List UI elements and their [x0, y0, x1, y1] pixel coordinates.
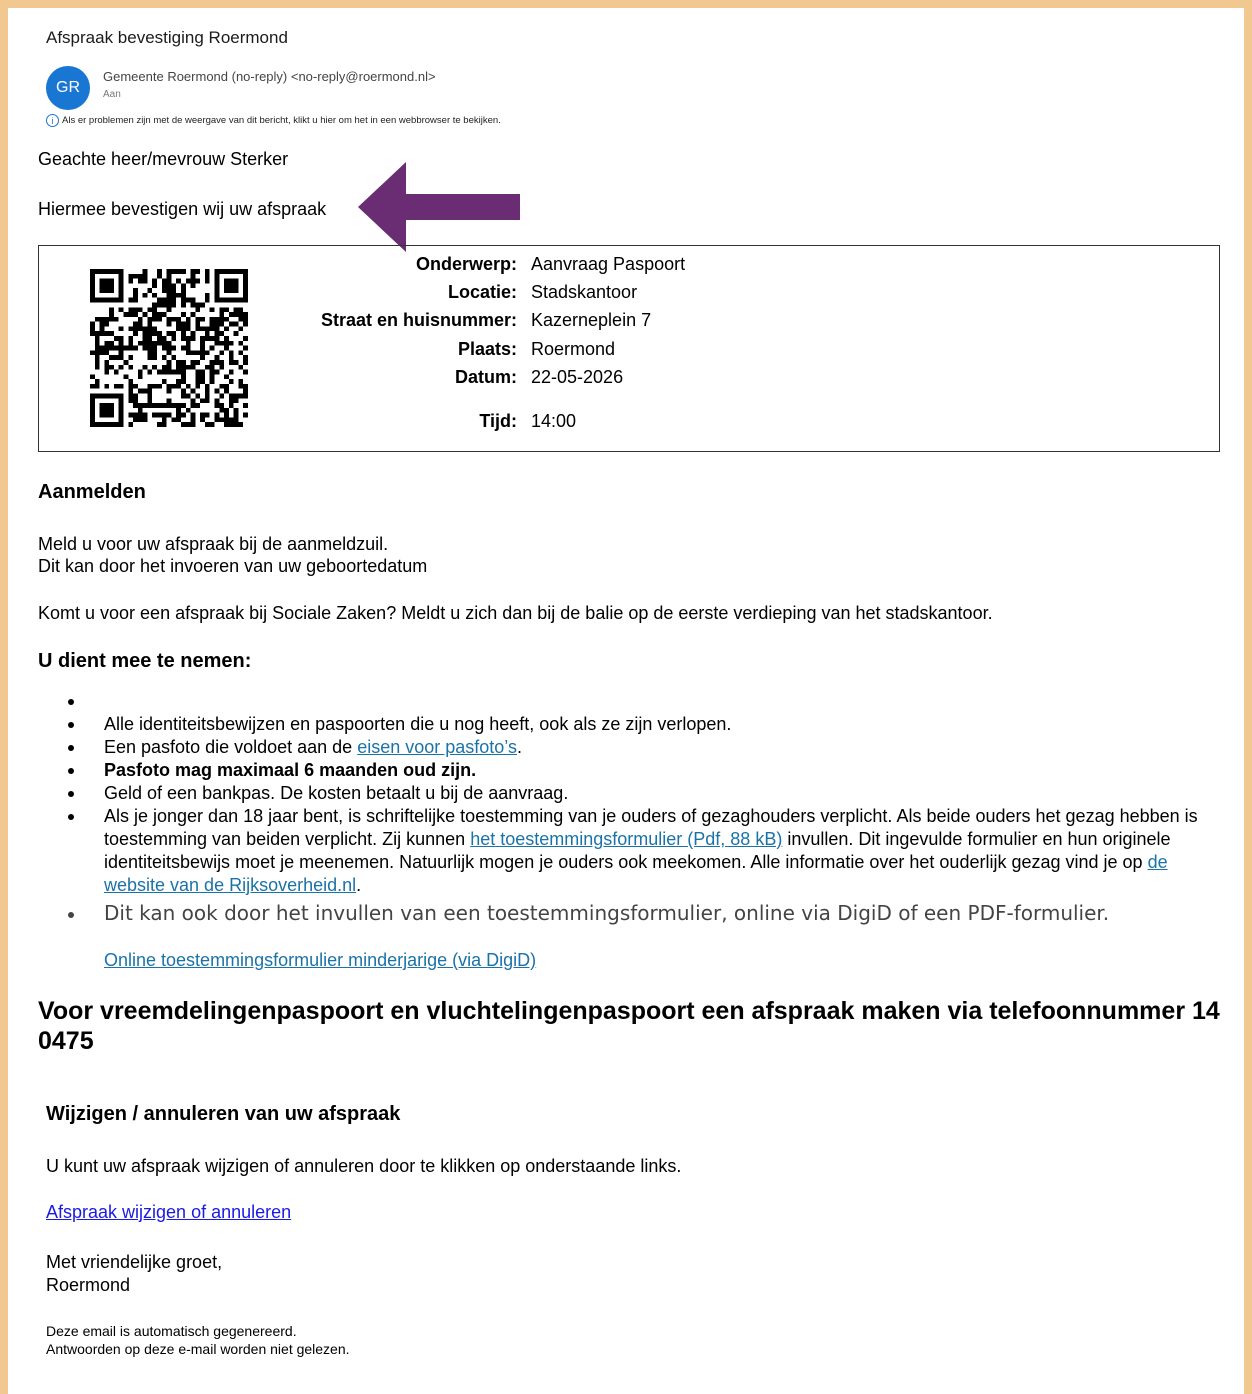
appointment-label: Datum: — [455, 367, 517, 387]
list-item: Geld of een bankpas. De kosten betaalt u… — [68, 782, 1228, 805]
greeting: Geachte heer/mevrouw Sterker — [38, 149, 289, 169]
list-item-text: Dit kan ook door het invullen van een to… — [104, 901, 1110, 925]
list-item: Alle identiteitsbewijzen en paspoorten d… — [68, 713, 1228, 736]
email-subject: Afspraak bevestiging Roermond — [46, 28, 288, 47]
avatar-initials: GR — [56, 79, 80, 96]
list-item: Pasfoto mag maximaal 6 maanden oud zijn. — [68, 759, 1228, 782]
list-item — [68, 690, 1228, 713]
change-cancel-link-wrap: Afspraak wijzigen of annuleren — [46, 1201, 291, 1223]
aanmelden-line-2: Dit kan door het invoeren van uw geboort… — [38, 556, 428, 576]
appointment-value: Kazerneplein 7 — [531, 310, 652, 330]
wijzigen-text: U kunt uw afspraak wijzigen of annuleren… — [46, 1156, 682, 1176]
appointment-value: 14:00 — [531, 411, 577, 431]
pointer-arrow-icon — [358, 162, 520, 252]
pasfoto-requirements-link[interactable]: eisen voor pasfoto’s — [357, 737, 517, 757]
section-heading-wijzigen: Wijzigen / annuleren van uw afspraak — [46, 1103, 401, 1125]
section-heading-meenemen: U dient mee te nemen: — [38, 650, 252, 672]
list-item: Een pasfoto die voldoet aan de eisen voo… — [68, 736, 1228, 759]
appointment-label: Locatie: — [447, 282, 517, 302]
browser-view-notice-text: Als er problemen zijn met de weergave va… — [62, 115, 501, 126]
appointment-row-time: Tijd: 14:00 — [39, 411, 739, 435]
change-cancel-appointment-link[interactable]: Afspraak wijzigen of annuleren — [46, 1202, 291, 1222]
confirmation-text: Hiermee bevestigen wij uw afspraak — [38, 199, 327, 219]
browser-view-notice[interactable]: i Als er problemen zijn met de weergave … — [46, 114, 501, 127]
appointment-row-date: Datum: 22-05-2026 — [39, 367, 739, 391]
recipient-label: Aan — [103, 89, 121, 100]
auto-generated-note: Deze email is automatisch gegenereerd. — [46, 1323, 297, 1339]
list-item: Dit kan ook door het invullen van een to… — [68, 900, 1228, 973]
appointment-row-subject: Onderwerp: Aanvraag Paspoort — [39, 254, 739, 278]
appointment-label: Straat en huisnummer: — [320, 310, 517, 330]
closing-signature: Roermond — [46, 1275, 131, 1295]
list-item-text: . — [516, 737, 522, 757]
appointment-row-city: Plaats: Roermond — [39, 339, 739, 363]
list-item: Als je jonger dan 18 jaar bent, is schri… — [68, 805, 1224, 897]
digid-consent-form-link[interactable]: Online toestemmingsformulier minderjarig… — [104, 950, 536, 970]
list-item-text: . — [356, 875, 362, 895]
appointment-value: Stadskantoor — [531, 282, 638, 302]
closing-greeting: Met vriendelijke groet, — [46, 1252, 223, 1272]
aanmelden-line-1: Meld u voor uw afspraak bij de aanmeldzu… — [38, 534, 389, 554]
appointment-value: 22-05-2026 — [531, 367, 624, 387]
list-item-text: Een pasfoto die voldoet aan de — [104, 737, 358, 757]
appointment-label: Tijd: — [479, 411, 517, 431]
aanmelden-line-3: Komt u voor een afspraak bij Sociale Zak… — [38, 603, 993, 623]
sender-address[interactable]: Gemeente Roermond (no-reply) <no-reply@r… — [103, 69, 436, 84]
section-heading-aanmelden: Aanmelden — [38, 481, 146, 503]
bring-list: Alle identiteitsbewijzen en paspoorten d… — [38, 690, 1228, 973]
appointment-label: Onderwerp: — [415, 254, 517, 274]
appointment-card: Onderwerp: Aanvraag Paspoort Locatie: St… — [38, 245, 1220, 452]
appointment-value: Aanvraag Paspoort — [531, 254, 686, 274]
appointment-label: Plaats: — [457, 339, 517, 359]
sender-avatar: GR — [46, 66, 90, 110]
appointment-value: Roermond — [531, 339, 616, 359]
info-icon: i — [46, 114, 59, 127]
passport-phone-notice: Voor vreemdelingenpaspoort en vluchtelin… — [38, 997, 1220, 1055]
appointment-row-street: Straat en huisnummer: Kazerneplein 7 — [39, 310, 739, 334]
no-reply-note: Antwoorden op deze e-mail worden niet ge… — [46, 1341, 350, 1357]
consent-form-pdf-link[interactable]: het toestemmingsformulier (Pdf, 88 kB) — [470, 829, 782, 849]
appointment-row-location: Locatie: Stadskantoor — [39, 282, 739, 306]
